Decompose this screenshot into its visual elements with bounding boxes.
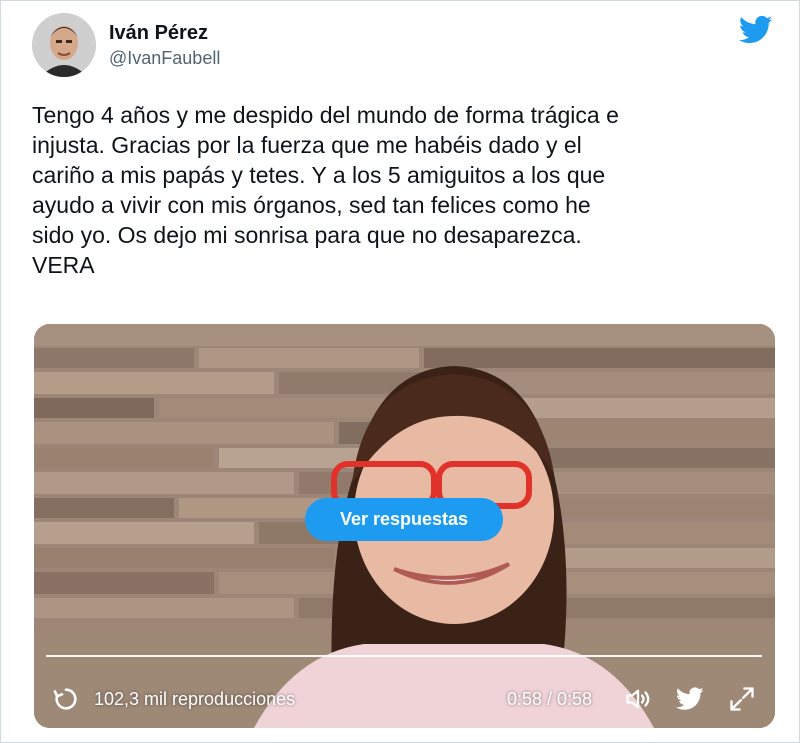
author-name[interactable]: Iván Pérez	[109, 21, 220, 45]
author-block: Iván Pérez @IvanFaubell	[109, 21, 220, 71]
author-handle[interactable]: @IvanFaubell	[109, 45, 220, 71]
tweet-text: Tengo 4 años y me despido del mundo de f…	[32, 102, 619, 278]
volume-icon[interactable]	[624, 685, 652, 713]
replay-icon[interactable]	[52, 685, 80, 713]
video-progress-bar[interactable]	[46, 655, 762, 657]
twitter-bird-icon[interactable]	[739, 15, 773, 45]
video-time: 0:58 / 0:58	[507, 688, 593, 709]
view-count: 102,3 mil reproducciones	[94, 688, 296, 709]
tweet-card: Iván Pérez @IvanFaubell Tengo 4 años y m…	[0, 0, 800, 743]
avatar[interactable]	[32, 13, 96, 77]
video-controls: 102,3 mil reproducciones 0:58 / 0:58	[34, 676, 775, 722]
twitter-logo-icon[interactable]	[676, 685, 704, 713]
view-replies-button[interactable]: Ver respuestas	[305, 498, 503, 541]
fullscreen-icon[interactable]	[728, 685, 756, 713]
